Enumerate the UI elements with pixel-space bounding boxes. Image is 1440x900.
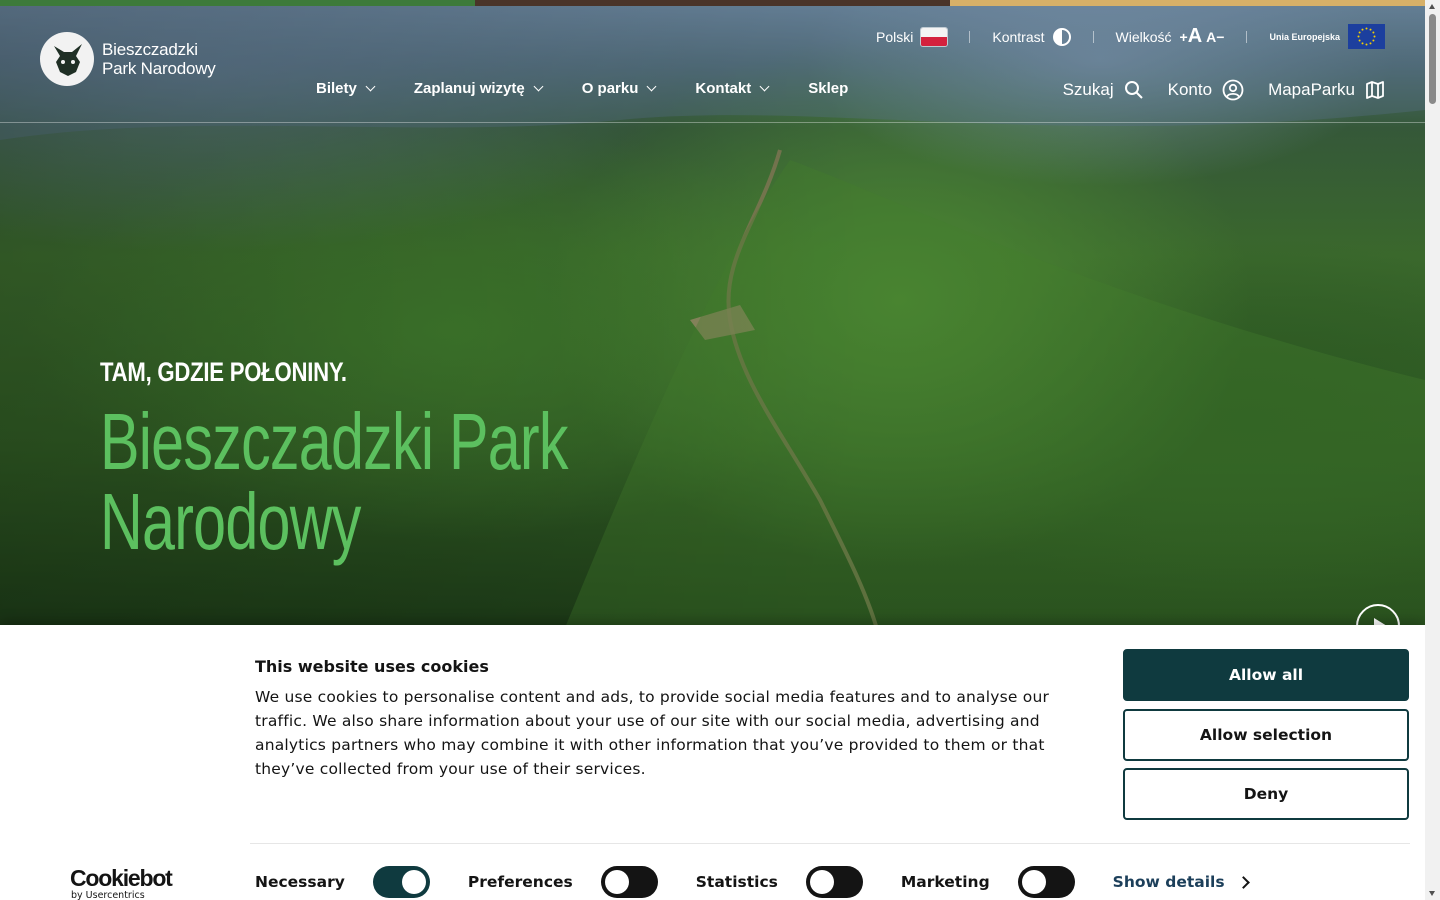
logo-text: Bieszczadzki Park Narodowy (102, 40, 216, 78)
font-size-control: Wielkość +A A− (1094, 25, 1247, 48)
contrast-label: Kontrast (992, 28, 1045, 45)
deny-button[interactable]: Deny (1123, 768, 1409, 820)
switch-knob (604, 870, 629, 894)
cookiebot-byline: by Usercentrics (71, 890, 145, 900)
utility-bar: Polski Kontrast Wielkość +A A− Unia Euro… (854, 24, 1385, 49)
cookie-title: This website uses cookies (255, 657, 489, 676)
font-increase-button[interactable]: +A (1180, 25, 1203, 48)
nav-item-kontakt[interactable]: Kontakt (695, 80, 770, 97)
nav-item-bilety[interactable]: Bilety (316, 80, 376, 97)
font-big-icon: A (1187, 25, 1203, 47)
user-icon (1222, 79, 1244, 101)
search-button[interactable]: Szukaj (1063, 79, 1144, 101)
accent-green (0, 0, 475, 6)
show-details-label: Show details (1112, 873, 1225, 891)
header-actions: Szukaj Konto MapaParku (1063, 79, 1385, 101)
scroll-up-icon[interactable] (1429, 4, 1435, 9)
chevron-down-icon (646, 81, 657, 92)
accent-sand (950, 0, 1425, 6)
language-switch[interactable]: Polski (854, 27, 969, 46)
site-logo[interactable]: Bieszczadzki Park Narodowy (40, 32, 216, 86)
show-details-link[interactable]: Show details (1112, 873, 1250, 891)
cookiebot-logo[interactable]: Cookiebot by Usercentrics (70, 865, 173, 900)
cookie-banner: This website uses cookies We use cookies… (0, 625, 1425, 900)
statistics-switch[interactable] (805, 866, 863, 898)
font-size-label: Wielkość (1115, 28, 1172, 45)
toggle-preferences: Preferences (468, 866, 658, 898)
necessary-switch[interactable] (372, 866, 430, 898)
nav-label: Zaplanuj wizytę (413, 80, 525, 97)
scroll-down-icon[interactable] (1429, 891, 1435, 896)
accent-brown (475, 0, 950, 6)
nav-label: O parku (581, 80, 639, 97)
toggle-label: Marketing (900, 873, 990, 891)
nav-label: Sklep (808, 80, 849, 97)
nav-item-zaplanuj-wizyte[interactable]: Zaplanuj wizytę (413, 80, 544, 97)
toggle-label: Statistics (695, 873, 778, 891)
eu-label: Unia Europejska (1269, 31, 1340, 42)
park-map-button[interactable]: MapaParku (1268, 79, 1385, 101)
contrast-icon (1052, 27, 1071, 46)
toggle-necessary: Necessary (255, 866, 430, 898)
polish-flag-icon (921, 27, 948, 46)
cookiebot-brand: Cookiebot (70, 865, 173, 891)
allow-all-button[interactable]: Allow all (1123, 649, 1409, 701)
minus-icon: − (1216, 29, 1225, 45)
nav-label: Kontakt (695, 80, 752, 97)
chevron-down-icon (759, 81, 770, 92)
contrast-toggle[interactable]: Kontrast (970, 27, 1092, 46)
switch-knob (809, 870, 834, 894)
nav-label: Bilety (316, 80, 357, 97)
site-header: Bieszczadzki Park Narodowy Polski Kontra… (0, 6, 1425, 123)
font-size-buttons: +A A− (1180, 25, 1225, 48)
main-navigation: Bilety Zaplanuj wizytę O parku Kontakt S… (316, 80, 888, 97)
search-icon (1124, 81, 1143, 99)
toggle-label: Necessary (255, 873, 345, 891)
preferences-switch[interactable] (600, 866, 658, 898)
lynx-logo-icon (40, 32, 94, 86)
nav-item-o-parku[interactable]: O parku (581, 80, 657, 97)
font-decrease-button[interactable]: A− (1206, 29, 1224, 45)
hero-title-line-1: Bieszczadzki Park (100, 397, 569, 486)
chevron-down-icon (365, 81, 376, 92)
account-label: Konto (1167, 80, 1213, 99)
toggle-marketing: Marketing (901, 866, 1075, 898)
map-label: MapaParku (1268, 80, 1355, 99)
switch-knob (401, 870, 426, 894)
language-label: Polski (876, 28, 914, 45)
chevron-right-icon (1236, 875, 1250, 889)
page-scrollbar[interactable] (1425, 0, 1440, 900)
logo-line-2: Park Narodowy (102, 59, 216, 78)
toggle-statistics: Statistics (696, 866, 863, 898)
divider (250, 843, 1410, 844)
hero-title-line-2: Narodowy (100, 477, 361, 566)
marketing-switch[interactable] (1017, 866, 1075, 898)
account-button[interactable]: Konto (1168, 79, 1244, 101)
accent-strip (0, 0, 1425, 6)
switch-knob (1021, 870, 1046, 894)
hero-title: Bieszczadzki Park Narodowy (100, 397, 569, 566)
toggle-label: Preferences (467, 873, 573, 891)
eu-badge[interactable]: Unia Europejska (1247, 24, 1385, 49)
chevron-down-icon (533, 81, 544, 92)
font-small-icon: A (1206, 29, 1217, 45)
search-label: Szukaj (1062, 80, 1114, 99)
cookie-description: We use cookies to personalise content an… (255, 688, 1050, 778)
allow-selection-button[interactable]: Allow selection (1123, 709, 1409, 761)
map-icon (1366, 81, 1384, 99)
logo-line-1: Bieszczadzki (102, 40, 198, 59)
eu-flag-icon (1348, 24, 1385, 49)
nav-item-sklep[interactable]: Sklep (808, 80, 848, 97)
hero-subtitle: TAM, GDZIE POŁONINY. (100, 357, 347, 387)
plus-icon: + (1179, 29, 1188, 45)
scroll-thumb[interactable] (1429, 14, 1436, 104)
consent-toggles: Necessary Preferences Statistics Marketi… (255, 866, 1250, 898)
